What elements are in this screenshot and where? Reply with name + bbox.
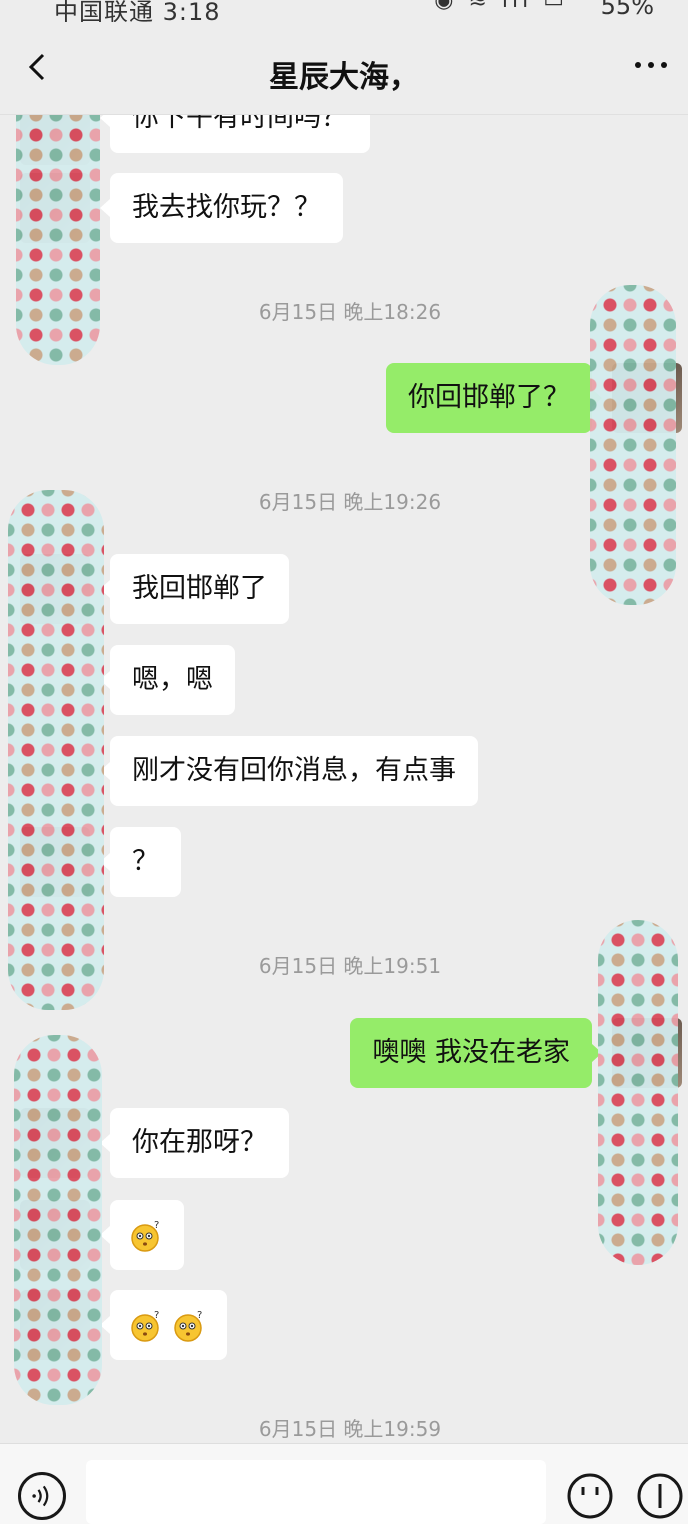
redaction-scribble	[16, 115, 100, 365]
message-bubble-incoming[interactable]: 你在那呀？	[100, 1108, 289, 1178]
message-bubble-incoming[interactable]: 刚才没有回你消息，有点事	[100, 736, 478, 806]
message-input[interactable]	[86, 1460, 546, 1524]
confused-emoji-icon: ?	[131, 1310, 159, 1342]
message-timestamp: 6月15日 晚上19:59	[258, 1417, 442, 1441]
message-bubble-incoming[interactable]: ? ?	[100, 1290, 227, 1360]
chat-message-list[interactable]: 你下午有时间吗？ 我去找你玩？？ 6月15日 晚上18:26 你回邯郸了？ 6月…	[0, 115, 688, 1443]
voice-icon[interactable]	[18, 1472, 66, 1520]
redaction-scribble	[8, 490, 104, 1010]
status-bar: 中国联通 3:18 ◉ ≋ ıll ▭ 55%	[0, 0, 688, 22]
svg-text:?: ?	[154, 1310, 159, 1321]
message-bubble-outgoing[interactable]: 噢噢 我没在老家	[350, 1018, 602, 1088]
message-input-bar	[0, 1443, 688, 1524]
status-carrier-time: 中国联通 3:18	[54, 0, 221, 22]
chat-header: 星辰大海，	[0, 22, 688, 115]
message-timestamp: 6月15日 晚上19:26	[258, 490, 442, 514]
plus-icon[interactable]	[636, 1472, 684, 1520]
confused-emoji-icon: ?	[131, 1220, 159, 1252]
status-battery: 55%	[600, 0, 654, 20]
redaction-scribble	[14, 1035, 102, 1405]
status-icons: ◉ ≋ ıll ▭	[434, 0, 568, 13]
emoji-icon[interactable]	[566, 1472, 614, 1520]
redaction-scribble	[590, 285, 676, 605]
redaction-scribble	[598, 920, 678, 1265]
more-dots-icon[interactable]	[634, 60, 668, 70]
confused-emoji-icon: ?	[173, 1310, 202, 1342]
message-bubble-incoming[interactable]: 嗯，嗯	[100, 645, 235, 715]
message-bubble-incoming[interactable]: 你下午有时间吗？	[100, 115, 370, 153]
message-bubble-incoming[interactable]: ？	[100, 827, 181, 897]
chat-title: 星辰大海，	[269, 60, 419, 95]
message-bubble-outgoing[interactable]: 你回邯郸了？	[386, 363, 602, 433]
message-timestamp: 6月15日 晚上18:26	[258, 300, 442, 324]
message-bubble-incoming[interactable]: 我去找你玩？？	[100, 173, 343, 243]
message-bubble-incoming[interactable]: 我回邯郸了	[100, 554, 289, 624]
svg-text:?: ?	[197, 1310, 202, 1321]
svg-text:?: ?	[154, 1220, 159, 1231]
message-bubble-incoming[interactable]: ?	[100, 1200, 184, 1270]
